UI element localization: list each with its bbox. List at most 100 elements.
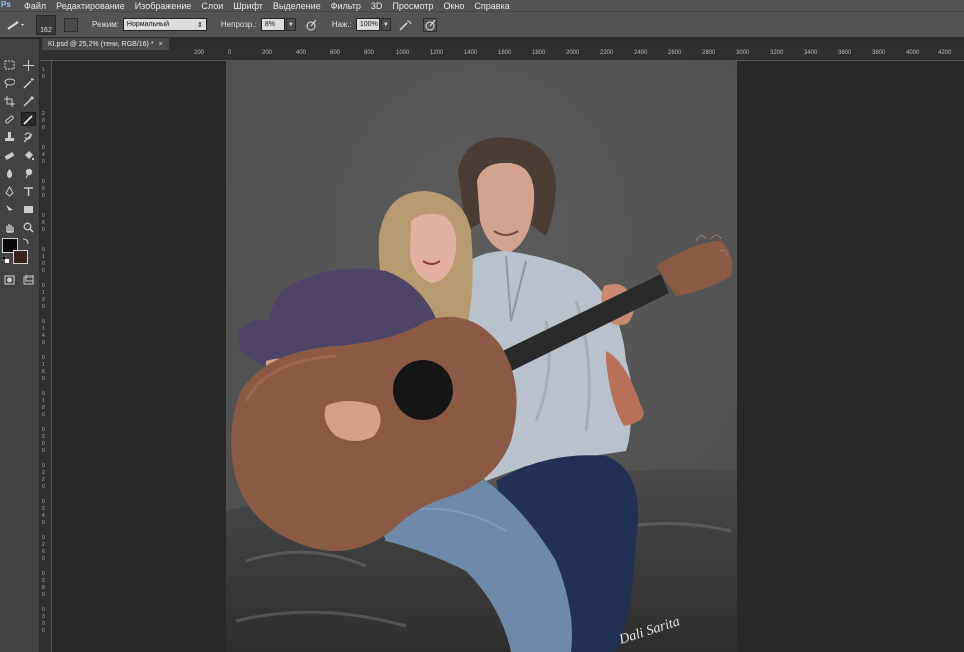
opacity-dropdown[interactable]: ▼ — [285, 18, 296, 31]
eraser-tool[interactable] — [2, 148, 17, 162]
magic-wand-tool[interactable] — [21, 76, 36, 90]
quick-mask-button[interactable] — [2, 273, 17, 287]
paint-bucket-tool[interactable] — [21, 148, 36, 162]
chevron-down-icon: ▼ — [382, 21, 389, 28]
ruler-label: 2800 — [702, 50, 716, 56]
path-selection-tool[interactable] — [2, 202, 17, 216]
eraser-icon — [4, 151, 15, 160]
options-bar: 162 Режим: Нормальный ⇕ Непрозр.: 8% ▼ На… — [0, 11, 964, 38]
ruler-vertical: 1 0 2 0 0 0 4 0 0 6 0 0 8 0 0 1 0 0 0 1 … — [40, 61, 52, 652]
ruler-label: 400 — [296, 50, 307, 56]
menu-select[interactable]: Выделение — [273, 1, 321, 11]
ruler-label: 1800 — [532, 50, 546, 56]
menu-filter[interactable]: Фильтр — [331, 1, 361, 11]
ruler-label: 0 — [42, 74, 45, 80]
document-tab-title: KI.psd @ 25,2% (тени, RGB/16) * — [48, 40, 154, 48]
healing-brush-tool[interactable] — [2, 112, 17, 126]
flow-input[interactable]: 100% — [355, 18, 380, 31]
clone-stamp-tool[interactable] — [2, 130, 17, 144]
crop-tool[interactable] — [2, 94, 17, 108]
menu-3d[interactable]: 3D — [371, 1, 383, 11]
ruler-label: 2 — [42, 470, 45, 476]
ruler-label: 3600 — [838, 50, 852, 56]
ruler-label: 0 — [42, 628, 45, 634]
flow-dropdown[interactable]: ▼ — [380, 18, 391, 31]
ruler-label: 0 — [42, 213, 45, 219]
tools-panel — [0, 39, 40, 652]
screen-mode-button[interactable] — [21, 273, 36, 287]
ruler-label: 3 — [42, 614, 45, 620]
ruler-label: 0 — [42, 179, 45, 185]
flow-label: Наж.: — [331, 20, 352, 29]
ruler-label: 8 — [42, 405, 45, 411]
ruler-label: 2 — [42, 434, 45, 440]
ruler-label: 3400 — [804, 50, 818, 56]
airbrush-toggle[interactable] — [399, 18, 413, 32]
menu-type[interactable]: Шрифт — [233, 1, 263, 11]
marquee-tool[interactable] — [2, 58, 17, 72]
hand-tool[interactable] — [2, 220, 17, 234]
ruler-label: 4 — [42, 513, 45, 519]
ruler-label: 0 — [42, 427, 45, 433]
ruler-label: 0 — [42, 159, 45, 165]
ruler-label: 0 — [42, 304, 45, 310]
default-colors-icon[interactable] — [1, 255, 9, 263]
ruler-label: 2 — [42, 477, 45, 483]
brush-icon — [7, 20, 24, 30]
pen-size-icon — [425, 19, 436, 30]
move-tool[interactable] — [21, 58, 36, 72]
mode-label: Режим: — [92, 20, 119, 29]
document-tab[interactable]: KI.psd @ 25,2% (тени, RGB/16) * × — [42, 38, 169, 50]
hand-icon — [6, 223, 14, 233]
ruler-label: 0 — [42, 463, 45, 469]
blend-mode-select[interactable]: Нормальный ⇕ — [122, 18, 207, 31]
brush-preset-button[interactable] — [4, 15, 28, 35]
menu-image[interactable]: Изображение — [135, 1, 192, 11]
menu-edit[interactable]: Редактирование — [56, 1, 125, 11]
history-brush-tool[interactable] — [21, 130, 36, 144]
close-icon[interactable]: × — [159, 41, 163, 48]
brush-tool[interactable] — [21, 112, 36, 126]
background-color-swatch[interactable] — [13, 250, 28, 264]
eyedropper-icon — [23, 95, 34, 107]
type-tool[interactable] — [21, 184, 36, 198]
opacity-input[interactable]: 8% — [260, 18, 285, 31]
opacity-label: Непрозр.: — [220, 20, 257, 29]
ruler-label: 3200 — [770, 50, 784, 56]
ruler-label: 1600 — [498, 50, 512, 56]
blur-tool[interactable] — [2, 166, 17, 180]
zoom-tool[interactable] — [21, 220, 36, 234]
size-pressure-toggle[interactable] — [422, 17, 437, 32]
document-tab-bar: KI.psd @ 25,2% (тени, RGB/16) * × — [40, 38, 964, 50]
menu-view[interactable]: Просмотр — [392, 1, 433, 11]
move-icon — [23, 59, 34, 71]
lasso-tool[interactable] — [2, 76, 17, 90]
eyedropper-tool[interactable] — [21, 94, 36, 108]
dodge-tool[interactable] — [21, 166, 36, 180]
opacity-pressure-toggle[interactable] — [304, 18, 318, 32]
ruler-label: 0 — [42, 592, 45, 598]
ruler-label: 0 — [42, 391, 45, 397]
document-canvas[interactable]: Dali Sarita — [226, 61, 737, 652]
ruler-label: 0 — [42, 412, 45, 418]
ruler-label: 2 — [42, 297, 45, 303]
drop-icon — [6, 168, 13, 178]
menu-layers[interactable]: Слои — [201, 1, 223, 11]
menu-file[interactable]: Файл — [24, 1, 46, 11]
zoom-icon — [23, 222, 34, 233]
pen-tool[interactable] — [2, 184, 17, 198]
ruler-label: 0 — [42, 607, 45, 613]
stamp-icon — [5, 131, 14, 141]
menu-window[interactable]: Окно — [443, 1, 464, 11]
ruler-label: 1400 — [464, 50, 478, 56]
ruler-label: 6 — [42, 186, 45, 192]
ruler-label: 0 — [42, 118, 45, 124]
brush-size-picker[interactable]: 162 — [36, 14, 56, 35]
ruler-label: 1 — [42, 326, 45, 332]
rectangle-tool[interactable] — [21, 202, 36, 216]
app-logo: Ps — [1, 0, 11, 9]
ruler-label: 1200 — [430, 50, 444, 56]
brush-panel-toggle[interactable] — [64, 17, 78, 32]
swap-colors-icon[interactable] — [22, 237, 29, 245]
menu-help[interactable]: Справка — [474, 1, 509, 11]
